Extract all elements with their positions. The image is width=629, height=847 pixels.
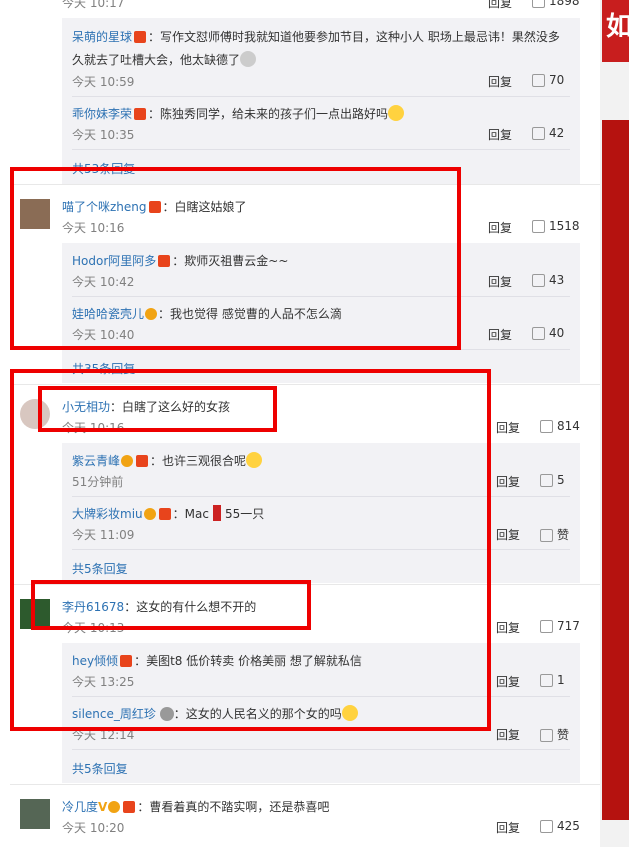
thumb-up-icon <box>532 274 545 287</box>
reply-time: 今天 10:59 <box>72 75 135 89</box>
thumb-up-icon <box>540 620 553 633</box>
thumb-up-icon <box>532 127 545 140</box>
dog-emoji-icon <box>240 51 257 67</box>
separator <box>72 149 570 150</box>
like-button[interactable]: 1518 <box>532 219 580 233</box>
like-button[interactable]: 43 <box>532 273 564 287</box>
like-button[interactable]: 70 <box>532 73 564 87</box>
banner-text: 如 <box>606 12 629 42</box>
like-button[interactable]: 1 <box>540 673 565 687</box>
separator <box>72 96 570 97</box>
comment-feed: 今天 10:17 回复 1898 呆萌的星球 ：写作文怼师傅时我就知道他要参加节目… <box>0 0 600 847</box>
thumb-up-icon <box>532 0 545 8</box>
highlight-box <box>31 580 311 630</box>
reply-button[interactable]: 回复 <box>488 326 512 343</box>
like-button[interactable]: 42 <box>532 126 564 140</box>
reply-button[interactable]: 回复 <box>496 673 520 690</box>
reply-button[interactable]: 回复 <box>488 73 512 90</box>
separator <box>72 749 570 750</box>
thumb-up-icon <box>540 674 553 687</box>
like-button[interactable]: 5 <box>540 473 565 487</box>
comment-content: 冷几度V ：曹看着真的不踏实啊，还是恭喜吧 <box>62 800 330 814</box>
thumb-up-icon <box>532 74 545 87</box>
reply-username[interactable]: 呆萌的星球 <box>72 30 132 44</box>
thumb-up-icon <box>540 420 553 433</box>
thumb-up-icon <box>540 820 553 833</box>
vip-badge-icon <box>134 108 147 120</box>
reply-button[interactable]: 回复 <box>496 526 520 543</box>
like-button[interactable]: 425 <box>540 819 580 833</box>
reply-time: 今天 10:35 <box>72 128 135 142</box>
reply-button[interactable]: 回复 <box>488 219 512 236</box>
like-button[interactable]: 赞 <box>540 526 569 543</box>
like-button[interactable]: 717 <box>540 619 580 633</box>
reply-content: 呆萌的星球 ：写作文怼师傅时我就知道他要参加节目，这种小人 职场上最忌讳！果然没多 <box>72 30 560 44</box>
highlight-box <box>38 386 277 432</box>
like-button[interactable]: 814 <box>540 419 580 433</box>
reply-button[interactable]: 回复 <box>496 819 520 836</box>
fan-badge-icon <box>108 801 121 813</box>
thumb-up-icon <box>532 220 545 233</box>
reply-content-line2: 久就去了吐槽大会，他太缺德了 <box>72 51 257 68</box>
reply-button[interactable]: 回复 <box>488 126 512 143</box>
divider <box>10 784 600 785</box>
vip-badge-icon <box>134 31 147 43</box>
avatar[interactable] <box>20 799 50 829</box>
reply-button[interactable]: 回复 <box>496 726 520 743</box>
reply-button[interactable]: 回复 <box>488 0 512 11</box>
highlight-box <box>10 167 461 350</box>
banner-ad <box>602 120 629 820</box>
reply-button[interactable]: 回复 <box>488 273 512 290</box>
like-button[interactable]: 40 <box>532 326 564 340</box>
comment-username[interactable]: 冷几度 <box>62 800 98 814</box>
thumb-up-icon <box>532 327 545 340</box>
like-button[interactable]: 1898 <box>532 0 580 8</box>
thumb-up-icon <box>540 529 553 542</box>
comment-time: 今天 10:17 <box>62 0 125 10</box>
like-button[interactable]: 赞 <box>540 726 569 743</box>
verified-v-icon: V <box>98 800 108 814</box>
comment-time: 今天 10:20 <box>62 821 125 835</box>
thumb-up-icon <box>540 474 553 487</box>
reply-button[interactable]: 回复 <box>496 473 520 490</box>
reply-username[interactable]: 乖你妹李荣 <box>72 107 132 121</box>
more-replies-link[interactable]: 共5条回复 <box>72 760 128 777</box>
reply-button[interactable]: 回复 <box>496 419 520 436</box>
vip-badge-icon <box>123 801 136 813</box>
reply-button[interactable]: 回复 <box>496 619 520 636</box>
reply-content: 乖你妹李荣 ：陈独秀同学，给未来的孩子们一点出路好吗 <box>72 105 405 122</box>
cat-emoji-icon <box>388 105 405 121</box>
thumb-up-icon <box>540 729 553 742</box>
